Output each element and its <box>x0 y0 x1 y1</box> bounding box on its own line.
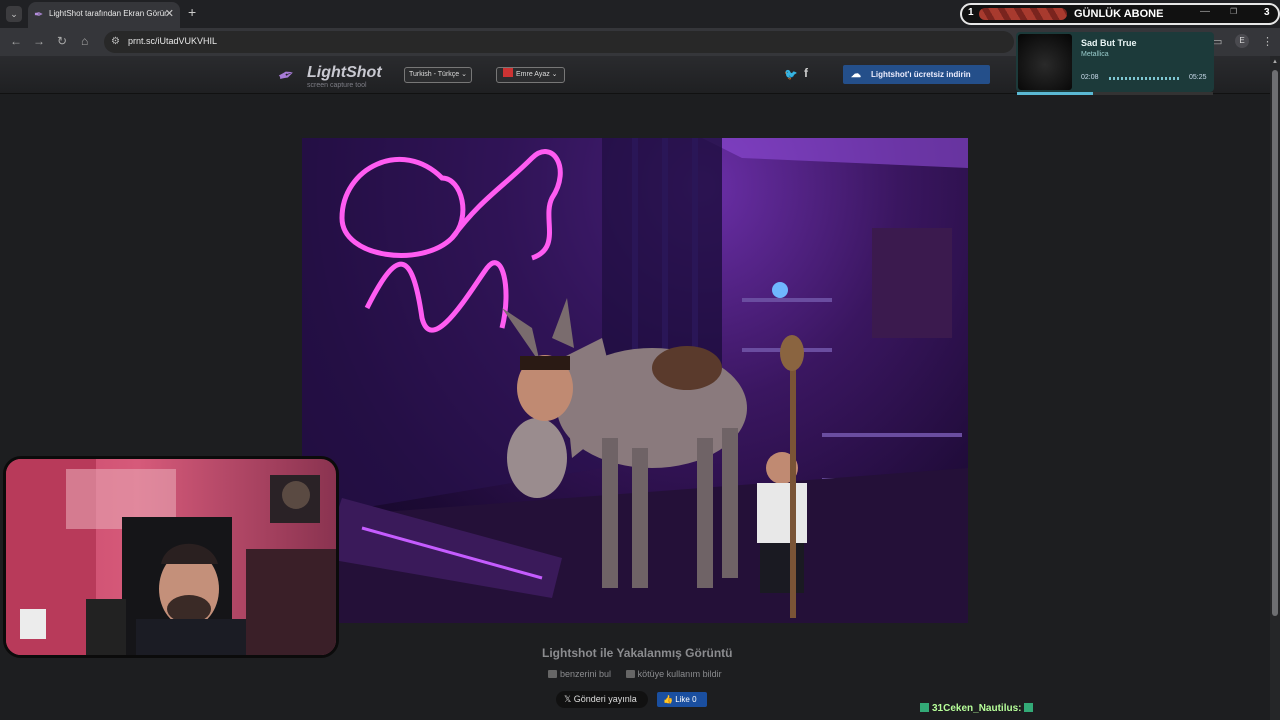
song-elapsed: 02:08 <box>1081 74 1099 81</box>
kebab-menu-icon[interactable]: ⋮ <box>1262 35 1273 48</box>
sub-goal-label: GÜNLÜK ABONE <box>1074 8 1164 20</box>
home-icon[interactable]: ⌂ <box>81 34 88 48</box>
scroll-thumb[interactable] <box>1272 70 1278 616</box>
post-to-x-label: Gönderi yayınla <box>573 694 637 704</box>
song-progress-fill <box>1017 92 1094 95</box>
post-to-x-button[interactable]: 𝕏 Gönderi yayınla <box>556 691 648 708</box>
song-progress-track <box>1017 92 1213 95</box>
facebook-icon[interactable]: f <box>804 66 808 80</box>
report-abuse-label: kötüye kullanım bildir <box>637 669 722 679</box>
site-info-icon[interactable]: ⚙ <box>111 36 120 47</box>
song-duration: 05:25 <box>1189 74 1207 81</box>
url-text: prnt.sc/iUtadVUKVHIL <box>128 36 218 46</box>
tab-search-chevron-icon[interactable]: ⌄ <box>6 6 22 22</box>
user-menu[interactable]: Emre Ayaz ⌄ <box>496 67 565 83</box>
sub-goal-target: 3 <box>1264 7 1270 18</box>
tab-title: LightShot tarafından Ekran Görüntüsü <box>49 9 167 18</box>
song-artist: Metallica <box>1081 51 1109 58</box>
chat-badge-icon <box>920 703 929 712</box>
x-logo-icon: 𝕏 <box>564 694 572 704</box>
lightshot-feather-logo-icon: ✒ <box>274 62 299 90</box>
browser-tab[interactable]: ✒ LightShot tarafından Ekran Görüntüsü ✕ <box>28 2 180 28</box>
like-label: Like 0 <box>675 695 697 704</box>
camera-icon <box>548 670 557 678</box>
minimize-icon[interactable]: — <box>1200 6 1210 17</box>
new-tab-plus-icon[interactable]: + <box>188 4 196 20</box>
user-avatar <box>503 68 513 77</box>
find-similar-label: benzerini bul <box>560 669 612 679</box>
streamer-webcam <box>3 456 339 658</box>
chat-emote-icon <box>1024 703 1034 712</box>
download-label: Lightshot'ı ücretsiz indirin <box>871 70 971 79</box>
flag-icon <box>625 670 635 678</box>
download-lightshot-button[interactable]: ☁ Lightshot'ı ücretsiz indirin <box>843 65 990 84</box>
chat-message: 31Ceken_Nautilus: <box>920 703 1036 714</box>
thumbs-up-icon: 👍 <box>663 695 673 704</box>
language-label: Turkish - Türkçe <box>409 71 460 78</box>
lightshot-feather-icon: ✒ <box>34 9 44 21</box>
now-playing-widget: Sad But True Metallica 02:08 05:25 <box>1016 32 1214 92</box>
screen: ⌄ ✒ LightShot tarafından Ekran Görüntüsü… <box>0 0 1280 720</box>
download-cloud-icon: ☁ <box>851 69 861 80</box>
user-name: Emre Ayaz <box>516 71 550 78</box>
album-art <box>1018 34 1072 90</box>
reload-icon[interactable]: ↻ <box>57 34 67 48</box>
lightshot-tagline: screen capture tool <box>307 82 367 89</box>
lightshot-logo[interactable]: LightShot <box>307 64 382 82</box>
sub-goal-current: 1 <box>968 7 974 18</box>
song-waveform <box>1109 77 1181 80</box>
back-arrow-icon[interactable]: ← <box>10 34 22 48</box>
daily-sub-goal-overlay: 1 GÜNLÜK ABONE — ❐ 3 <box>960 3 1280 25</box>
page-scrollbar[interactable]: ▲ <box>1270 56 1280 720</box>
report-abuse-link[interactable]: kötüye kullanım bildir <box>625 669 728 679</box>
webcam-feed <box>6 459 336 655</box>
find-similar-link[interactable]: benzerini bul <box>548 669 617 679</box>
twitter-icon[interactable]: 🐦 <box>784 68 798 81</box>
profile-avatar[interactable]: E <box>1235 34 1249 48</box>
facebook-like-button[interactable]: 👍 Like 0 <box>657 692 707 707</box>
scroll-up-arrow-icon[interactable]: ▲ <box>1272 59 1278 65</box>
address-bar[interactable]: ⚙ prnt.sc/iUtadVUKVHIL <box>104 31 1014 53</box>
song-title: Sad But True <box>1081 38 1137 48</box>
screenshot-caption: Lightshot ile Yakalanmış Görüntü <box>542 646 733 660</box>
image-actions: benzerini bul kötüye kullanım bildir <box>548 669 734 679</box>
close-tab-icon[interactable]: ✕ <box>165 7 174 20</box>
restore-window-icon[interactable]: ❐ <box>1230 7 1237 16</box>
sub-goal-progress-bar <box>979 8 1067 20</box>
forward-arrow-icon[interactable]: → <box>33 34 45 48</box>
chat-username: 31Ceken_Nautilus: <box>932 703 1022 714</box>
uploaded-screenshot[interactable] <box>302 138 968 623</box>
screenshot-artwork <box>302 138 968 623</box>
language-select[interactable]: Turkish - Türkçe ⌄ <box>404 67 472 83</box>
